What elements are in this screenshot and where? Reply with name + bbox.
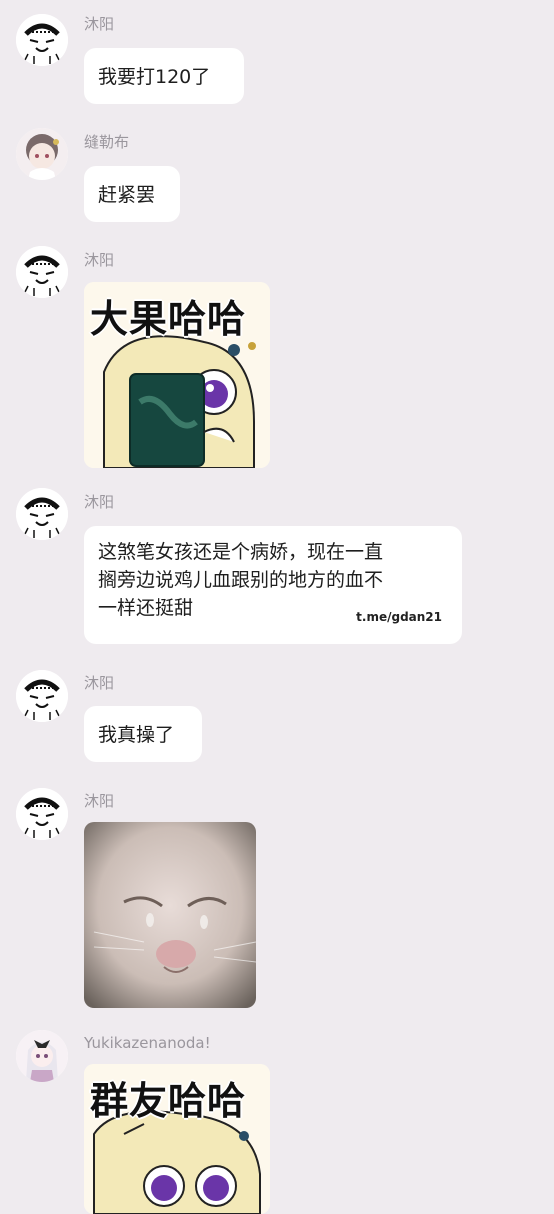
sender-name: 沐阳 (84, 674, 115, 692)
text-bubble[interactable]: 我要打120了 (84, 48, 244, 104)
avatar-fenglebu[interactable] (16, 128, 68, 180)
text-bubble[interactable]: 这煞笔女孩还是个病娇，现在一直 搁旁边说鸡儿血跟别的地方的血不 一样还挺甜 t.… (84, 526, 462, 644)
text-bubble[interactable]: 我真操了 (84, 706, 202, 762)
avatar-yukikazenanoda[interactable] (16, 1030, 68, 1082)
anime-girl-avatar-icon (16, 128, 68, 180)
message-text-line: 搁旁边说鸡儿血跟别的地方的血不 (98, 569, 384, 591)
meme-face-avatar-icon (16, 670, 68, 722)
message-text-line: 这煞笔女孩还是个病娇，现在一直 (98, 541, 384, 563)
avatar-muyang[interactable] (16, 670, 68, 722)
sender-name: 沐阳 (84, 792, 115, 810)
image-message[interactable] (84, 822, 256, 1008)
crying-cat-photo (84, 822, 256, 1008)
sticker-image[interactable]: 群友哈哈 (84, 1064, 270, 1214)
meme-face-avatar-icon (16, 14, 68, 66)
text-bubble[interactable]: 赶紧罢 (84, 166, 180, 222)
avatar-muyang[interactable] (16, 488, 68, 540)
avatar-muyang[interactable] (16, 788, 68, 840)
watermark-text: t.me/gdan21 (356, 610, 442, 624)
sticker-image[interactable]: 大果哈哈 (84, 282, 270, 468)
message-text: 我要打120了 (98, 66, 211, 88)
meme-face-avatar-icon (16, 788, 68, 840)
avatar-muyang[interactable] (16, 246, 68, 298)
sender-name: 沐阳 (84, 493, 115, 511)
meme-face-avatar-icon (16, 488, 68, 540)
sender-name: 沐阳 (84, 15, 115, 33)
sticker-caption: 群友哈哈 (90, 1079, 247, 1123)
avatar-muyang[interactable] (16, 14, 68, 66)
meme-face-avatar-icon (16, 246, 68, 298)
sticker-caption: 大果哈哈 (90, 297, 247, 341)
sender-name: 缝勒布 (84, 133, 130, 151)
message-text: 赶紧罢 (98, 184, 156, 206)
sender-name: 沐阳 (84, 251, 115, 269)
message-text: 我真操了 (98, 724, 175, 746)
sender-name: Yukikazenanoda! (84, 1034, 211, 1052)
anime-girl-avatar-icon (16, 1030, 68, 1082)
